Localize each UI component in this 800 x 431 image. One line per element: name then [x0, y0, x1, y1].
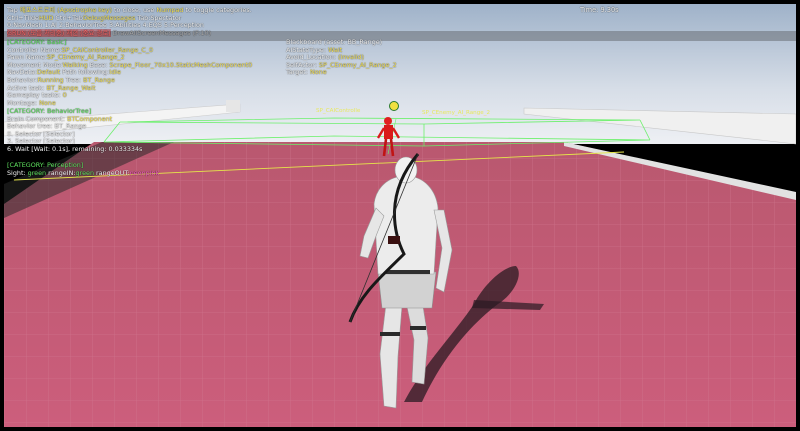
game-viewport[interactable]: Tap 애포스트로피 (Apostrophe key) to close, us… — [4, 4, 796, 427]
header-warning-tag: GRUN (모름 처리중) 재현 (중요 경로) — [7, 28, 111, 37]
label: rangeOUT: — [94, 168, 130, 177]
label: Sight: — [7, 168, 28, 177]
value: neonpink — [129, 168, 160, 177]
value: green — [75, 168, 95, 177]
label: rangeIN: — [46, 168, 76, 177]
value: green — [27, 168, 47, 177]
bt-node: 6. Wait [Wait: 0.1s], remaining: 0.03333… — [7, 144, 143, 153]
value: None — [39, 98, 56, 107]
enemy-status-icon — [389, 101, 399, 111]
time-readout: Time: 9.30s — [580, 6, 619, 14]
label: Target: — [286, 68, 310, 77]
bow-grip — [388, 236, 400, 244]
sight-row: Sight: green rangeIN:green rangeOUT:neon… — [7, 168, 160, 178]
header-text: to toggle categories. — [183, 6, 252, 14]
gameplay-debugger-header: Tap 애포스트로피 (Apostrophe key) to close, us… — [7, 6, 252, 38]
label: Montage: — [7, 98, 40, 107]
enemy-pawn-tag: SP_CEnemy_AI_Range_2 — [422, 110, 491, 116]
value: 0 — [62, 91, 67, 100]
perception-panel: [CATEGORY: Perception] Sight: green rang… — [7, 161, 160, 178]
header-line-4: GRUN (모름 처리중) 재현 (중요 경로) DrawAllScreenMe… — [7, 28, 252, 38]
header-text: DrawAllScreenMessages (F:10) — [112, 28, 212, 37]
basic-category-panel: [CATEGORY: Basic] Controller Name:SP_CAI… — [7, 38, 253, 107]
value: SP_CEnemy_AI_Range_2 — [318, 60, 397, 69]
target-row: Target: None — [286, 69, 397, 77]
value: None — [309, 68, 327, 77]
behavior-tree-panel: [CATEGORY: BehaviorTree] Brain Component… — [7, 107, 143, 154]
enemy-controller-tag: SP_CAIControlle — [316, 108, 361, 114]
value: Scrape_Floor_70x10.StaticMeshComponent0 — [109, 60, 253, 69]
blackboard-panel: Blackboard (asset: BB_Range) AIStateType… — [286, 38, 397, 77]
